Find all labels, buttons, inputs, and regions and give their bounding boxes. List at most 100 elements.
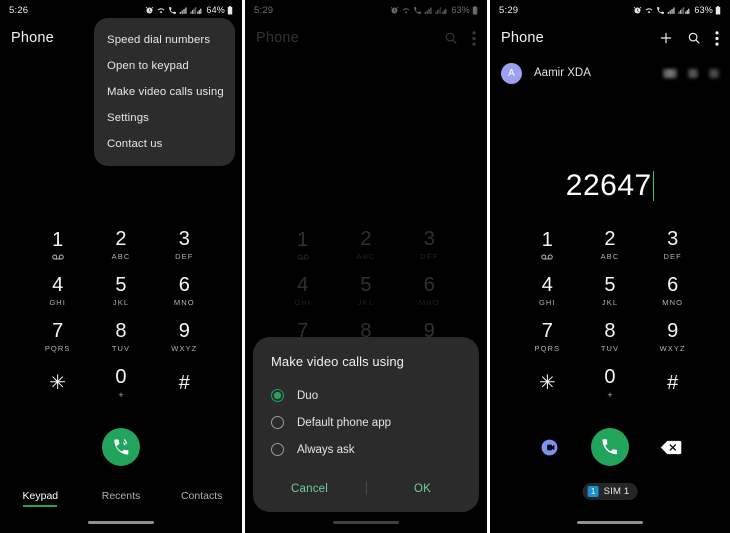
dialpad-key-5[interactable]: 5 JKL xyxy=(89,268,152,314)
contact-suggestion-row[interactable]: A Aamir XDA xyxy=(490,56,730,90)
app-bar-actions xyxy=(659,30,719,46)
text-cursor xyxy=(652,171,655,201)
key-letters: WXYZ xyxy=(659,344,686,354)
dialed-number: 22647 xyxy=(565,169,652,202)
status-bar: 5:26 64% xyxy=(0,0,242,20)
dialpad-key-0[interactable]: 0 + xyxy=(579,360,642,406)
menu-item-open-to-keypad[interactable]: Open to keypad xyxy=(94,53,235,79)
menu-item-settings[interactable]: Settings xyxy=(94,105,235,131)
backspace-button[interactable] xyxy=(656,432,686,462)
redacted-icon-3[interactable] xyxy=(709,68,719,78)
key-digit: 7 xyxy=(52,320,64,343)
dialpad-key-6[interactable]: 6 MNO xyxy=(153,268,216,314)
key-letters: GHI xyxy=(49,298,66,308)
radio-button-icon[interactable] xyxy=(271,416,284,429)
voicemail-icon xyxy=(51,254,64,260)
key-digit: 6 xyxy=(178,274,190,297)
radio-label: Duo xyxy=(297,389,319,402)
gesture-home-bar[interactable] xyxy=(88,521,154,524)
call-button[interactable] xyxy=(591,428,629,466)
dialpad-key-6[interactable]: 6 MNO xyxy=(641,268,704,314)
bottom-tab-bar[interactable]: Keypad Recents Contacts xyxy=(0,485,242,511)
dialpad-key-8[interactable]: 8 TUV xyxy=(89,314,152,360)
radio-button-icon[interactable] xyxy=(271,389,284,402)
ok-button[interactable]: OK xyxy=(366,483,479,495)
key-digit: ✳ xyxy=(538,372,556,394)
dialpad-key-9[interactable]: 9 WXYZ xyxy=(641,314,704,360)
key-digit: 0 xyxy=(115,365,127,388)
dialpad-key-8[interactable]: 8 TUV xyxy=(579,314,642,360)
wifi-call-button[interactable] xyxy=(102,428,140,466)
dialpad-key-7[interactable]: 7 PQRS xyxy=(516,314,579,360)
sim-selector-chip[interactable]: 1 SIM 1 xyxy=(582,483,638,500)
screenshot-root: 5:26 64% Phone Speed dial numbers Open t… xyxy=(0,0,730,533)
battery-percent: 63% xyxy=(694,5,713,15)
redacted-icon-1[interactable] xyxy=(663,68,677,78)
search-icon[interactable] xyxy=(687,31,701,45)
dialpad-key-7[interactable]: 7 PQRS xyxy=(26,314,89,360)
tab-keypad[interactable]: Keypad xyxy=(0,490,81,507)
add-contact-icon[interactable] xyxy=(659,31,673,45)
cancel-button[interactable]: Cancel xyxy=(253,483,366,495)
call-icon xyxy=(602,439,618,455)
wifi-icon xyxy=(158,7,165,13)
contact-action-icons-redacted[interactable] xyxy=(663,68,719,78)
dialpad-key-9[interactable]: 9 WXYZ xyxy=(153,314,216,360)
tab-contacts[interactable]: Contacts xyxy=(161,490,242,507)
redacted-icon-2[interactable] xyxy=(688,68,698,78)
key-digit: 8 xyxy=(604,320,616,343)
menu-item-contact-us[interactable]: Contact us xyxy=(94,131,235,157)
key-letters: WXYZ xyxy=(171,344,198,354)
key-digit: 1 xyxy=(541,229,553,251)
key-letters: DEF xyxy=(175,252,194,262)
dialog-button-separator xyxy=(366,481,367,495)
key-letters: JKL xyxy=(112,298,130,308)
dialed-number-display[interactable]: 22647 xyxy=(490,158,730,214)
dialpad-key-0[interactable]: 0 + xyxy=(89,360,152,406)
key-letters: TUV xyxy=(600,344,620,354)
key-letters: TUV xyxy=(111,344,131,354)
key-letters: ABC xyxy=(600,252,620,262)
dialpad-key-4[interactable]: 4 GHI xyxy=(516,268,579,314)
dialpad-key-1[interactable]: 1 xyxy=(516,222,579,268)
dialpad-key-3[interactable]: 3 DEF xyxy=(641,222,704,268)
radio-label: Always ask xyxy=(297,443,355,456)
dialpad-key-4[interactable]: 4 GHI xyxy=(26,268,89,314)
call-forward-icon xyxy=(657,6,665,14)
radio-option-default-phone-app[interactable]: Default phone app xyxy=(253,409,479,436)
dialpad-key-star[interactable]: ✳ xyxy=(26,360,89,406)
key-digit: 3 xyxy=(667,228,679,251)
dialpad-key-hash[interactable]: # xyxy=(641,360,704,406)
video-call-button[interactable] xyxy=(534,432,564,462)
alarm-icon xyxy=(634,6,642,13)
signal-bars-icon xyxy=(668,7,675,14)
dialpad[interactable]: 1 2 ABC 3 DEF 4 GHI 5 JKL 6 MNO xyxy=(0,222,242,406)
phone-screen-dialing: 5:29 63% Phone A Aamir XDA 22647 1 2 ABC… xyxy=(490,0,730,533)
dialpad-key-star[interactable]: ✳ xyxy=(516,360,579,406)
avatar: A xyxy=(501,62,522,84)
page-title: Phone xyxy=(501,30,544,46)
dialog-title: Make video calls using xyxy=(271,354,404,369)
overflow-menu-popup[interactable]: Speed dial numbers Open to keypad Make v… xyxy=(94,18,235,166)
dialpad-key-3[interactable]: 3 DEF xyxy=(153,222,216,268)
key-digit: 7 xyxy=(541,320,553,343)
radio-button-icon[interactable] xyxy=(271,443,284,456)
radio-option-duo[interactable]: Duo xyxy=(253,382,479,409)
key-letters: + xyxy=(118,389,124,400)
phone-screen-menu-open: 5:26 64% Phone Speed dial numbers Open t… xyxy=(0,0,242,533)
phone-screen-video-call-dialog: 5:29 63% Phone 1 2 xyxy=(245,0,487,533)
radio-option-always-ask[interactable]: Always ask xyxy=(253,436,479,463)
tab-recents[interactable]: Recents xyxy=(81,490,162,507)
dialpad-key-1[interactable]: 1 xyxy=(26,222,89,268)
dialpad-key-5[interactable]: 5 JKL xyxy=(579,268,642,314)
dialpad-key-hash[interactable]: # xyxy=(153,360,216,406)
overflow-menu-icon[interactable] xyxy=(715,30,719,46)
menu-item-speed-dial[interactable]: Speed dial numbers xyxy=(94,27,235,53)
gesture-home-bar[interactable] xyxy=(577,521,643,524)
menu-item-make-video-calls-using[interactable]: Make video calls using xyxy=(94,79,235,105)
key-letters: GHI xyxy=(539,298,556,308)
dialpad-key-2[interactable]: 2 ABC xyxy=(579,222,642,268)
key-digit: 4 xyxy=(541,274,553,297)
dialpad-key-2[interactable]: 2 ABC xyxy=(89,222,152,268)
dialpad[interactable]: 1 2 ABC 3 DEF 4 GHI 5 JKL 6 MNO xyxy=(490,222,730,406)
